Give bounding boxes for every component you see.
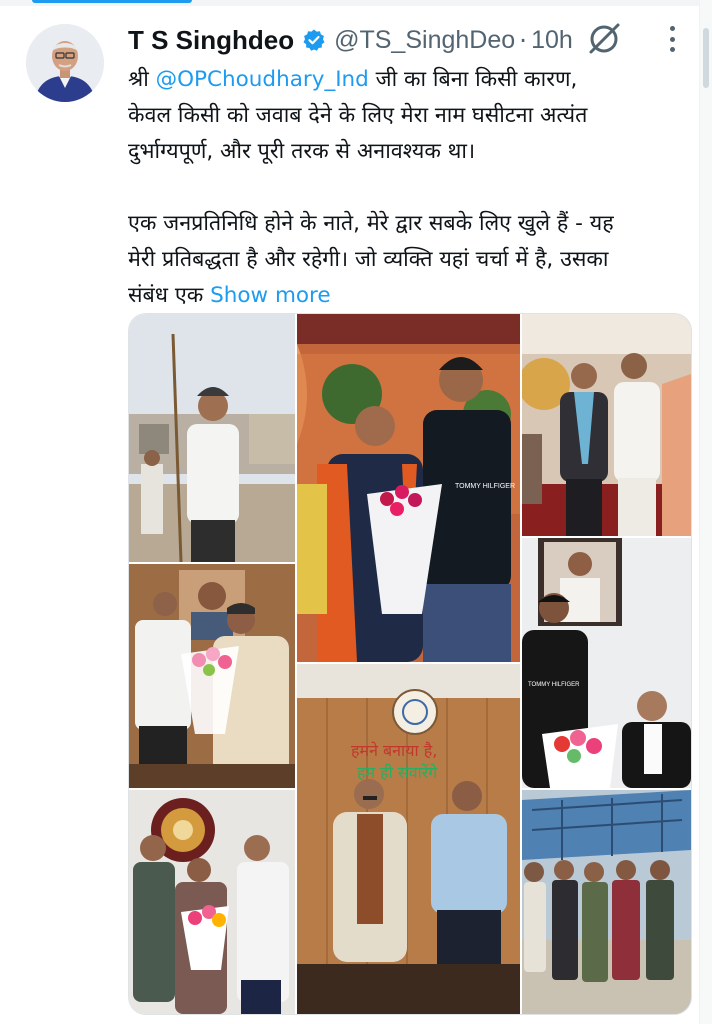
tweet-time[interactable]: 10h [531,26,573,55]
wall-sign-line1: हमने बनाया है, [351,741,437,760]
photo-group-with-emblem[interactable] [129,790,295,1014]
tweet-line: एक जनप्रतिनिधि होने के नाते, मेरे द्वार … [128,211,614,236]
media-grid[interactable]: TOMMY HILFIGER TOMMY HILFIGER हमने बनाया… [128,313,692,1015]
tweet-line: दुर्भाग्यपूर्ण, और पूरी तरक से अनावश्यक … [128,139,476,164]
photo-office-bouquet-portrait[interactable] [129,564,295,788]
show-more-link[interactable]: Show more [210,283,331,308]
scrollbar-thumb[interactable] [703,28,709,88]
tweet-line: मेरी प्रतिबद्धता है और रहेगी। जो व्यक्ति… [128,247,609,272]
photo-group-at-venue[interactable] [522,790,691,1014]
more-vertical-icon[interactable] [662,22,682,56]
photo-bouquet-orange-scarf[interactable]: TOMMY HILFIGER [297,314,520,662]
tweet-text: श्री @OPChoudhary_Ind जी का बिना किसी का… [128,62,693,314]
verified-badge-icon [302,28,326,52]
header-separator: · [519,25,528,55]
brand-text: TOMMY HILFIGER [528,682,580,688]
tweet-line: केवल किसी को जवाब देने के लिए मेरा नाम घ… [128,103,588,128]
avatar[interactable] [26,24,104,102]
tweet-line: श्री @OPChoudhary_Ind जी का बिना किसी का… [128,67,578,92]
scrollbar[interactable] [699,0,712,1024]
top-strip [0,0,712,6]
author-handle[interactable]: @TS_SinghDeo [334,26,515,55]
photo-government-office-sign[interactable]: हमने बनाया है, हम ही संवारेंगे [297,664,520,1014]
photo-outdoor-man-with-stick[interactable] [129,314,295,562]
grok-icon[interactable] [585,20,623,58]
photo-blue-scarf-meeting[interactable] [522,314,691,536]
brand-text: TOMMY HILFIGER [455,483,515,490]
photo-portrait-frame-bouquet[interactable]: TOMMY HILFIGER [522,538,691,788]
tab-indicator [32,0,192,3]
tweet-line: संबंध एक Show more [128,283,331,308]
mention-link[interactable]: @OPChoudhary_Ind [156,67,369,92]
author-name[interactable]: T S Singhdeo [128,25,294,56]
